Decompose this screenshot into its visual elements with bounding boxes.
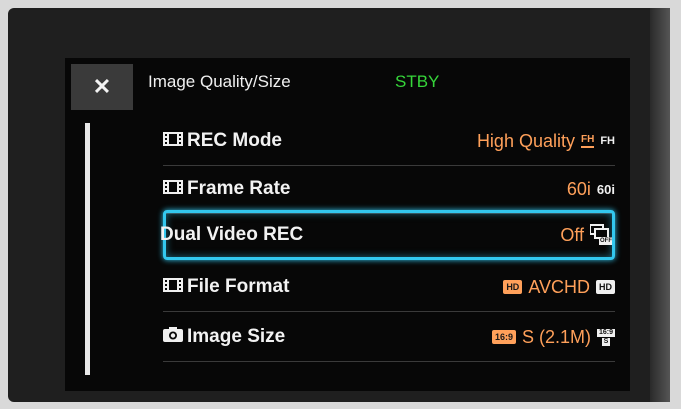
fh-orange-icon: FH (580, 134, 595, 148)
menu-item-label: Frame Rate (187, 178, 291, 199)
dual-rec-icon: OFF (590, 224, 612, 246)
divider (163, 361, 615, 362)
menu-item-dual-video-rec[interactable]: Dual Video REC Off OFF (160, 210, 615, 260)
menu-item-file-format[interactable]: File Format HD AVCHD HD (163, 264, 615, 310)
hd-white-icon: HD (596, 280, 615, 294)
menu-item-value: Off (560, 224, 584, 245)
film-icon (163, 130, 183, 152)
frame-rate-icon: 60i (596, 181, 615, 197)
menu-item-label: Image Size (187, 326, 286, 347)
menu-item-value: 60i (566, 178, 591, 199)
camera-icon (163, 326, 183, 348)
film-icon (163, 276, 183, 298)
menu-item-rec-mode[interactable]: REC Mode High Quality FH FH (163, 118, 615, 164)
menu-item-label: Dual Video REC (160, 224, 304, 245)
camera-screen: ✕ Image Quality/Size STBY REC Mode High … (65, 58, 630, 391)
dual-rec-badge: OFF (600, 238, 612, 244)
menu-item-image-size[interactable]: Image Size 16:9 S (2.1M) 16:9 S (163, 314, 615, 360)
page-title: Image Quality/Size (148, 72, 291, 91)
aspect-size-icon: 16:9 S (596, 328, 615, 346)
menu-item-label: File Format (187, 276, 290, 297)
aspect-ratio-orange-icon: 16:9 (491, 330, 516, 344)
bezel-edge (650, 8, 670, 402)
camera-bezel: ✕ Image Quality/Size STBY REC Mode High … (8, 8, 670, 402)
film-icon (163, 178, 183, 200)
menu-item-value: AVCHD (528, 276, 590, 297)
menu-item-value: High Quality (476, 130, 575, 151)
hd-orange-icon: HD (503, 280, 523, 294)
menu-item-value: S (2.1M) (521, 326, 591, 347)
fh-white-icon: FH (600, 135, 615, 147)
close-button[interactable]: ✕ (71, 64, 133, 110)
status-indicator: STBY (395, 72, 440, 91)
divider (163, 311, 615, 312)
close-icon: ✕ (92, 74, 112, 99)
scrollbar[interactable] (85, 123, 90, 375)
menu-item-label: REC Mode (187, 130, 282, 151)
menu-item-frame-rate[interactable]: Frame Rate 60i 60i (163, 166, 615, 212)
